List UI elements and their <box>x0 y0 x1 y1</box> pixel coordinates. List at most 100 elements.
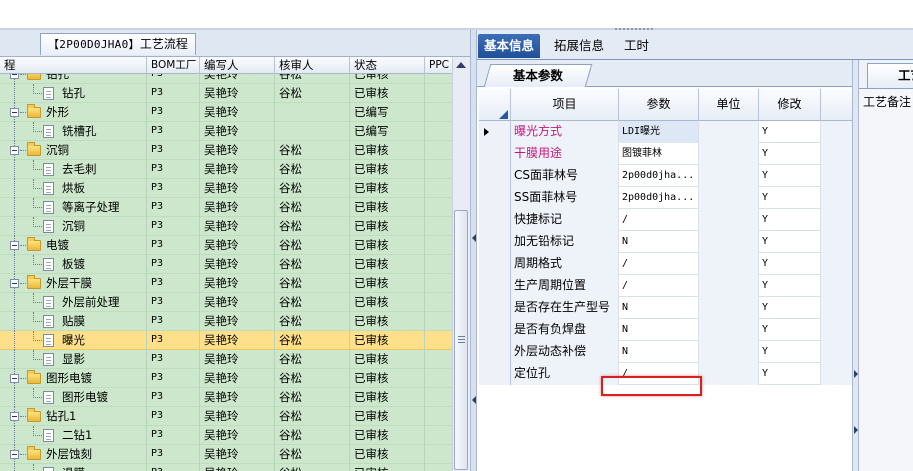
collapse-left-arrow-icon[interactable] <box>472 234 476 242</box>
parameter-modify-cell[interactable]: Y <box>759 363 821 385</box>
table-row[interactable]: 钻孔 P3吴艳玲谷松已审核 <box>0 74 452 84</box>
column-header-parameter[interactable]: 参数 <box>619 89 699 121</box>
parameter-unit-cell[interactable] <box>699 209 759 231</box>
table-row[interactable]: 外层干膜 P3 吴艳玲 谷松 已审核 <box>0 274 452 293</box>
column-header-item[interactable]: 项目 <box>511 89 619 121</box>
tree-cell[interactable]: 电镀 <box>0 236 147 255</box>
column-header-modify[interactable]: 修改 <box>759 89 821 121</box>
collapse-right-arrow-icon[interactable] <box>854 426 858 434</box>
parameter-value-cell[interactable]: LDI曝光 <box>619 121 699 143</box>
scrollbar-thumb[interactable] <box>454 210 468 470</box>
collapse-toggle-icon[interactable] <box>10 412 19 421</box>
process-grid-scrollbar[interactable] <box>452 57 469 471</box>
parameter-value-cell[interactable]: / <box>619 253 699 275</box>
parameter-row[interactable]: SS面菲林号 2p00d0jha... Y <box>479 187 856 209</box>
parameter-unit-cell[interactable] <box>699 297 759 319</box>
parameter-row[interactable]: 加无铅标记 N Y <box>479 231 856 253</box>
row-header[interactable] <box>479 165 511 187</box>
parameter-unit-cell[interactable] <box>699 275 759 297</box>
parameter-unit-cell[interactable] <box>699 319 759 341</box>
parameter-unit-cell[interactable] <box>699 253 759 275</box>
collapse-toggle-icon[interactable] <box>10 146 19 155</box>
parameter-value-cell[interactable]: / <box>619 275 699 297</box>
column-header-bom-factory[interactable]: BOM工厂 <box>147 57 200 74</box>
tab-basic-info[interactable]: 基本信息 <box>478 34 541 58</box>
row-header[interactable] <box>479 319 511 341</box>
parameter-row[interactable]: 是否有负焊盘 N Y <box>479 319 856 341</box>
tree-cell[interactable]: 等离子处理 <box>0 198 147 217</box>
parameter-modify-cell[interactable]: Y <box>759 165 821 187</box>
parameter-modify-cell[interactable]: Y <box>759 209 821 231</box>
table-row[interactable]: 贴膜 P3 吴艳玲 谷松 已审核 <box>0 312 452 331</box>
vertical-splitter[interactable] <box>470 30 477 471</box>
table-row[interactable]: 退膜 P3吴艳玲谷松已审核 <box>0 464 452 471</box>
parameter-modify-cell[interactable]: Y <box>759 231 821 253</box>
row-header[interactable] <box>479 231 511 253</box>
column-header-writer[interactable]: 编写人 <box>200 57 275 74</box>
parameter-modify-cell[interactable]: Y <box>759 143 821 165</box>
tree-cell[interactable]: 曝光 <box>0 331 147 350</box>
tree-cell[interactable]: 板镀 <box>0 255 147 274</box>
tree-cell[interactable]: 沉铜 <box>0 141 147 160</box>
tree-cell[interactable]: 钻孔 <box>0 74 147 84</box>
parameter-unit-cell[interactable] <box>699 165 759 187</box>
tree-cell[interactable]: 外层前处理 <box>0 293 147 312</box>
row-header[interactable] <box>479 363 511 385</box>
table-row[interactable]: 显影 P3 吴艳玲 谷松 已审核 <box>0 350 452 369</box>
table-row[interactable]: 图形电镀 P3 吴艳玲 谷松 已审核 <box>0 369 452 388</box>
parameter-modify-cell[interactable]: Y <box>759 121 821 143</box>
table-row[interactable]: 钻孔1 P3 吴艳玲 谷松 已审核 <box>0 407 452 426</box>
parameter-row[interactable]: 生产周期位置 / Y <box>479 275 856 297</box>
table-row[interactable]: 外形 P3 吴艳玲 已编写 <box>0 103 452 122</box>
table-row[interactable]: 铣槽孔 P3 吴艳玲 已编写 <box>0 122 452 141</box>
table-row[interactable]: 外层蚀刻 P3 吴艳玲 谷松 已审核 <box>0 445 452 464</box>
parameter-value-cell[interactable]: 图镀菲林 <box>619 143 699 165</box>
tree-cell[interactable]: 贴膜 <box>0 312 147 331</box>
column-header-unit[interactable]: 单位 <box>699 89 759 121</box>
table-row[interactable]: 电镀 P3 吴艳玲 谷松 已审核 <box>0 236 452 255</box>
tab-process-remarks[interactable]: 工艺备注 <box>867 63 913 88</box>
parameter-modify-cell[interactable]: Y <box>759 341 821 363</box>
parameter-unit-cell[interactable] <box>699 187 759 209</box>
parameter-row[interactable]: 快捷标记 / Y <box>479 209 856 231</box>
table-row[interactable]: 图形电镀 P3 吴艳玲 谷松 已审核 <box>0 388 452 407</box>
parameter-value-cell[interactable]: N <box>619 297 699 319</box>
table-row[interactable]: 外层前处理 P3 吴艳玲 谷松 已审核 <box>0 293 452 312</box>
row-header[interactable] <box>479 143 511 165</box>
parameter-value-cell[interactable]: N <box>619 319 699 341</box>
tree-cell[interactable]: 二钻1 <box>0 426 147 445</box>
parameter-modify-cell[interactable]: Y <box>759 319 821 341</box>
parameter-value-cell[interactable]: N <box>619 231 699 253</box>
row-header[interactable] <box>479 297 511 319</box>
tree-cell[interactable]: 外层干膜 <box>0 274 147 293</box>
column-header-status[interactable]: 状态 <box>350 57 425 74</box>
tree-cell[interactable]: 钻孔 <box>0 84 147 103</box>
row-header[interactable] <box>479 121 511 143</box>
tree-cell[interactable]: 沉铜 <box>0 217 147 236</box>
tree-cell[interactable]: 图形电镀 <box>0 369 147 388</box>
table-row[interactable]: 钻孔 P3吴艳玲谷松已审核 <box>0 84 452 103</box>
parameter-row[interactable]: CS面菲林号 2p00d0jha... Y <box>479 165 856 187</box>
collapse-toggle-icon[interactable] <box>10 108 19 117</box>
parameter-unit-cell[interactable] <box>699 341 759 363</box>
parameter-value-cell[interactable]: 2p00d0jha... <box>619 187 699 209</box>
parameter-modify-cell[interactable]: Y <box>759 297 821 319</box>
parameter-unit-cell[interactable] <box>699 143 759 165</box>
parameter-modify-cell[interactable]: Y <box>759 187 821 209</box>
tree-cell[interactable]: 外层蚀刻 <box>0 445 147 464</box>
parameter-value-cell[interactable]: 2p00d0jha... <box>619 165 699 187</box>
parameter-row[interactable]: 是否存在生产型号 N Y <box>479 297 856 319</box>
collapse-toggle-icon[interactable] <box>10 279 19 288</box>
table-row[interactable]: 沉铜 P3 吴艳玲 谷松 已审核 <box>0 217 452 236</box>
tree-cell[interactable]: 钻孔1 <box>0 407 147 426</box>
parameter-modify-cell[interactable]: Y <box>759 275 821 297</box>
tab-extended-info[interactable]: 拓展信息 <box>548 34 610 58</box>
parameter-row[interactable]: 周期格式 / Y <box>479 253 856 275</box>
collapse-toggle-icon[interactable] <box>10 241 19 250</box>
process-flow-tab[interactable]: 【2P00D0JHA0】工艺流程 <box>40 33 196 55</box>
parameter-row[interactable]: 曝光方式 LDI曝光 Y <box>479 121 856 143</box>
collapse-right-arrow-icon[interactable] <box>854 370 858 378</box>
row-header[interactable] <box>479 275 511 297</box>
column-header-process[interactable]: 程 <box>0 57 147 74</box>
table-row[interactable]: 烘板 P3 吴艳玲 谷松 已审核 <box>0 179 452 198</box>
